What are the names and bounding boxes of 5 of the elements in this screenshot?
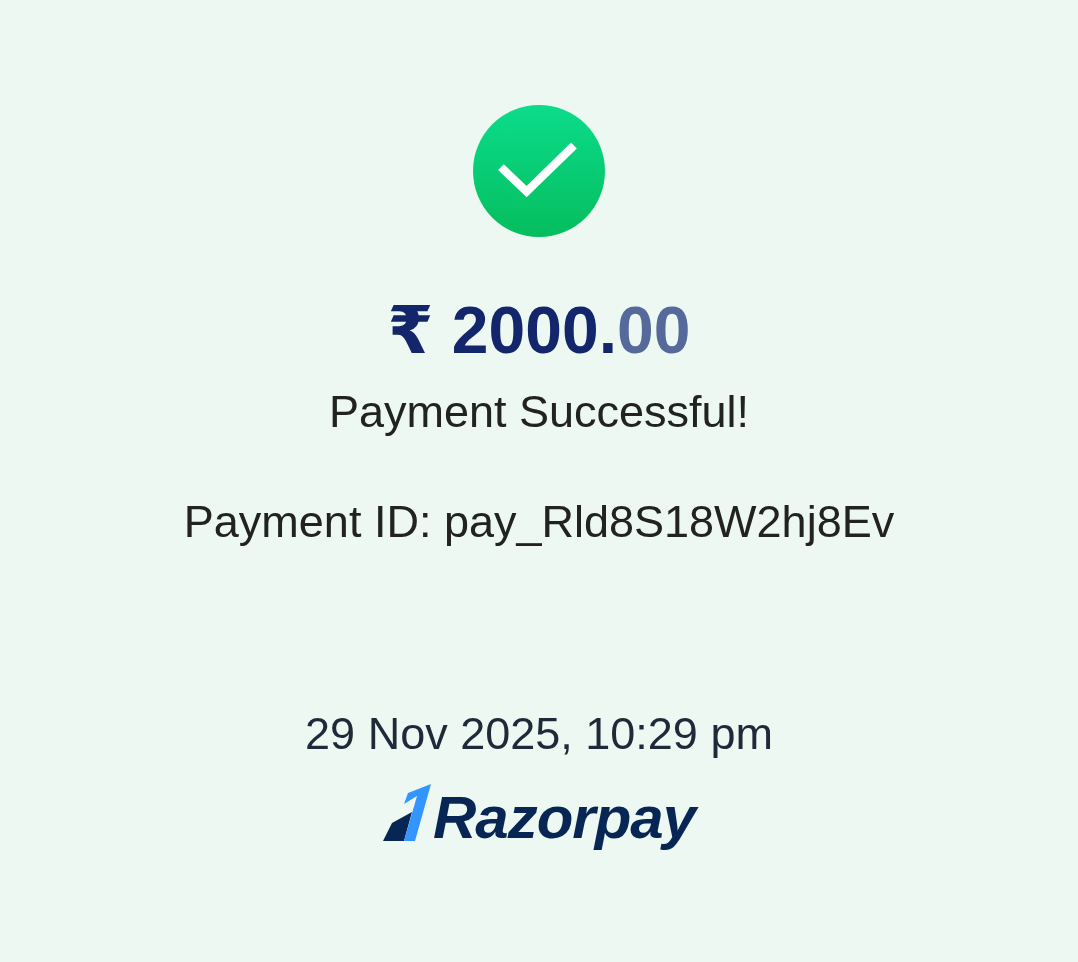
payment-amount: ₹ 2000.00 xyxy=(387,292,691,369)
slanted-stripes-logo-icon xyxy=(382,784,431,841)
payment-id-text: Payment ID: pay_Rld8S18W2hj8Ev xyxy=(183,495,895,549)
status-message: Payment Successful! xyxy=(328,385,750,439)
date-time-text: 29 Nov 2025, 10:29 pm xyxy=(305,707,773,761)
